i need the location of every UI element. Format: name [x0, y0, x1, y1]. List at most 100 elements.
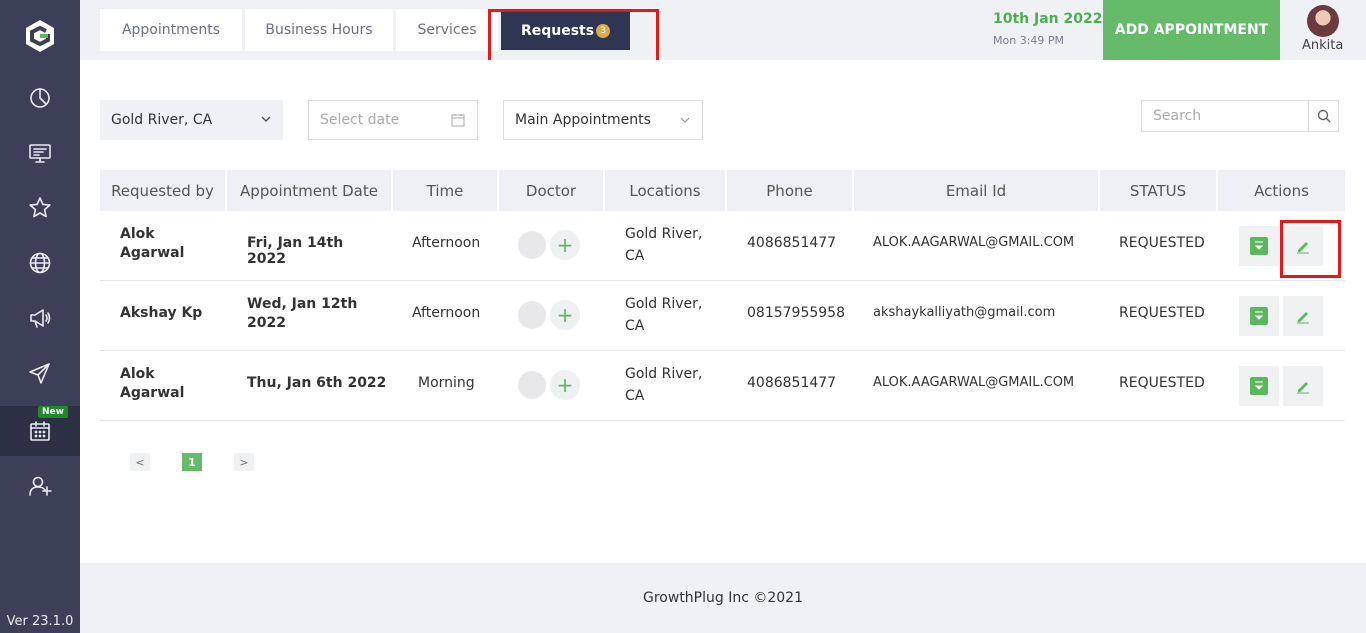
- column-header[interactable]: Locations: [605, 170, 725, 211]
- current-time: Mon 3:49 PM: [993, 34, 1065, 47]
- growthplug-logo[interactable]: [22, 18, 58, 54]
- tab-services[interactable]: Services: [396, 9, 498, 51]
- star-icon: [29, 197, 51, 218]
- column-header[interactable]: Appointment Date: [227, 170, 391, 211]
- requested-by: Alok Agarwal: [120, 226, 185, 261]
- appointment-date: Fri, Jan 14th 2022: [247, 235, 344, 267]
- globe-icon: [29, 252, 51, 274]
- avatar[interactable]: [1307, 5, 1339, 37]
- download-icon: [1250, 237, 1268, 255]
- sidebar-item-appointments[interactable]: New: [0, 406, 80, 456]
- search-icon: [1317, 109, 1330, 123]
- requested-by: Akshay Kp: [120, 305, 203, 321]
- sidebar-item-marketing[interactable]: [0, 293, 80, 343]
- tab-business-hours[interactable]: Business Hours: [245, 9, 393, 51]
- column-header[interactable]: Requested by: [100, 170, 225, 211]
- column-header[interactable]: Phone: [727, 170, 852, 211]
- table-row[interactable]: Alok Agarwal Fri, Jan 14th 2022 Afternoo…: [100, 211, 1345, 281]
- send-icon: [29, 363, 50, 384]
- search-input[interactable]: Search: [1141, 100, 1309, 132]
- phone: 08157955958: [747, 305, 845, 321]
- monitor-icon: [29, 144, 51, 163]
- chevron-down-icon: [261, 116, 271, 122]
- sidebar: New Ver 23.1.0: [0, 0, 80, 633]
- tab-label: Appointments: [121, 22, 221, 38]
- top-bar: Appointments Business Hours Services Req…: [80, 0, 1366, 66]
- location: Gold River, CA: [625, 296, 703, 334]
- appointment-time: Afternoon: [412, 235, 481, 251]
- email: ALOK.AAGARWAL@GMAIL.COM: [873, 375, 1075, 390]
- status-badge: REQUESTED: [1119, 305, 1205, 321]
- prev-page-button[interactable]: <: [130, 453, 150, 471]
- tab-label: Services: [417, 22, 477, 38]
- appointment-date: Wed, Jan 12th 2022: [247, 296, 358, 331]
- appointment-type-value: Main Appointments: [515, 112, 651, 128]
- add-doctor-button[interactable]: +: [550, 370, 580, 400]
- main-panel: Gold River, CA Select date Main Appointm…: [80, 60, 1366, 563]
- dashboard-icon: [30, 88, 50, 108]
- date-placeholder: Select date: [320, 112, 400, 128]
- location: Gold River, CA: [625, 366, 703, 404]
- calendar-icon: [30, 421, 50, 441]
- search-button[interactable]: [1308, 100, 1339, 132]
- appointment-date: Thu, Jan 6th 2022: [247, 375, 387, 391]
- next-page-button[interactable]: >: [234, 453, 254, 471]
- column-header[interactable]: Doctor: [499, 170, 603, 211]
- location: Gold River, CA: [625, 226, 703, 264]
- phone: 4086851477: [747, 375, 837, 391]
- date-picker[interactable]: Select date: [308, 100, 478, 140]
- column-header[interactable]: Email Id: [854, 170, 1098, 211]
- sidebar-item-website[interactable]: [0, 238, 80, 288]
- highlight-box: [1280, 220, 1341, 278]
- edit-button[interactable]: [1283, 296, 1323, 336]
- add-appointment-button[interactable]: ADD APPOINTMENT: [1103, 0, 1280, 60]
- megaphone-icon: [30, 309, 51, 328]
- status-badge: REQUESTED: [1119, 375, 1205, 391]
- tab-appointments[interactable]: Appointments: [100, 9, 242, 51]
- page-1-button[interactable]: 1: [182, 453, 202, 471]
- calendar-icon: [451, 114, 465, 127]
- sidebar-item-users[interactable]: [0, 461, 80, 511]
- download-button[interactable]: [1239, 366, 1279, 406]
- pencil-icon: [1297, 312, 1309, 324]
- download-icon: [1250, 377, 1268, 395]
- footer: GrowthPlug Inc ©2021: [80, 563, 1366, 633]
- sidebar-item-campaigns[interactable]: [0, 348, 80, 398]
- current-date: 10th Jan 2022: [993, 11, 1103, 27]
- email: akshaykalliyath@gmail.com: [873, 305, 1056, 320]
- requested-by: Alok Agarwal: [120, 366, 185, 401]
- sidebar-item-dashboard[interactable]: [0, 73, 80, 123]
- new-badge: New: [38, 406, 68, 418]
- doctor-avatar-icon: [518, 371, 546, 399]
- doctor-avatar-icon: [518, 231, 546, 259]
- column-header[interactable]: STATUS: [1100, 170, 1216, 211]
- table-row[interactable]: Alok Agarwal Thu, Jan 6th 2022 Morning +…: [100, 351, 1345, 421]
- download-button[interactable]: [1239, 296, 1279, 336]
- tab-label: Business Hours: [265, 22, 373, 38]
- phone: 4086851477: [747, 235, 837, 251]
- add-user-icon: [29, 476, 52, 496]
- appointment-type-select[interactable]: Main Appointments: [503, 100, 703, 140]
- chevron-down-icon: [680, 117, 690, 123]
- add-doctor-button[interactable]: +: [550, 300, 580, 330]
- user-name[interactable]: Ankita: [1302, 38, 1343, 53]
- sidebar-item-monitor[interactable]: [0, 128, 80, 178]
- location-value: Gold River, CA: [111, 112, 213, 128]
- location-select[interactable]: Gold River, CA: [100, 100, 283, 140]
- sidebar-item-reviews[interactable]: [0, 183, 80, 233]
- appointment-time: Afternoon: [412, 305, 481, 321]
- doctor-avatar-icon: [518, 301, 546, 329]
- status-badge: REQUESTED: [1119, 235, 1205, 251]
- download-button[interactable]: [1239, 226, 1279, 266]
- column-header: Actions: [1218, 170, 1345, 211]
- email: ALOK.AAGARWAL@GMAIL.COM: [873, 235, 1075, 250]
- version-label: Ver 23.1.0: [6, 614, 74, 629]
- highlight-box: [488, 9, 659, 66]
- search-placeholder: Search: [1153, 108, 1202, 124]
- appointment-time: Morning: [418, 375, 475, 391]
- pencil-icon: [1297, 382, 1309, 394]
- add-doctor-button[interactable]: +: [550, 230, 580, 260]
- edit-button[interactable]: [1283, 366, 1323, 406]
- column-header[interactable]: Time: [393, 170, 497, 211]
- table-row[interactable]: Akshay Kp Wed, Jan 12th 2022 Afternoon +…: [100, 281, 1345, 351]
